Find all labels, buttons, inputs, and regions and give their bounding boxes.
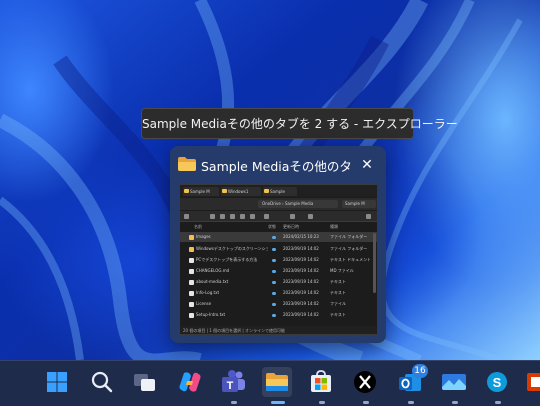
thumbnail-address-bar: OneDrive › Sample Media bbox=[258, 200, 338, 208]
notification-badge: 16 bbox=[412, 364, 428, 378]
search-icon bbox=[91, 371, 113, 393]
thumbnail-tab-bar: Sample M Windows1 Sample bbox=[180, 185, 377, 197]
preview-header[interactable]: Sample Mediaその他のタ... ✕ bbox=[170, 146, 386, 184]
thumbnail-tab: Sample bbox=[263, 187, 297, 196]
copilot-button[interactable] bbox=[175, 367, 205, 397]
thumbnail-tab: Windows1 bbox=[221, 187, 261, 196]
start-button[interactable] bbox=[42, 367, 72, 397]
office-button[interactable] bbox=[524, 367, 540, 397]
copilot-icon bbox=[179, 372, 201, 392]
thumbnail-column-headers: 名前 状態 更新日時 種類 bbox=[194, 224, 338, 229]
photos-icon bbox=[442, 374, 466, 390]
svg-text:S: S bbox=[493, 375, 502, 390]
task-view-button[interactable] bbox=[130, 367, 160, 397]
active-indicator bbox=[271, 401, 285, 404]
running-indicator bbox=[363, 401, 369, 404]
running-indicator bbox=[231, 401, 237, 404]
thumbnail-file-row: CHANGELOG.md 2023/09/19 14:02 MD ファイル bbox=[180, 266, 377, 276]
window-thumbnail[interactable]: Sample M Windows1 Sample ←→↑⟳ OneDrive ›… bbox=[179, 184, 378, 335]
thumbnail-status-bar: 20 個の項目 | 1 個の項目を選択 | オンラインで使用可能 bbox=[180, 326, 377, 334]
thumbnail-scrollbar bbox=[373, 233, 376, 293]
thumbnail-file-row: Info-Log.txt 2023/09/19 14:02 テキスト bbox=[180, 288, 377, 298]
taskbar: T 16 S bbox=[0, 360, 540, 406]
skype-icon: S bbox=[487, 372, 507, 392]
thumbnail-file-row: Windowsデスクトップのスクリーンショット 2023/09/19 14:02… bbox=[180, 244, 377, 254]
folder-icon bbox=[178, 157, 196, 171]
thumbnail-file-row: PCでデスクトップを表示する方法 2023/09/19 14:02 テキスト ドキ… bbox=[180, 255, 377, 265]
thumbnail-file-row: about-media.txt 2023/09/19 14:02 テキスト bbox=[180, 277, 377, 287]
running-indicator bbox=[452, 401, 458, 404]
running-indicator bbox=[319, 401, 325, 404]
window-title-tooltip: Sample Mediaその他のタブを 2 する - エクスプローラー bbox=[141, 108, 458, 139]
thumbnail-file-row: Images 2024/02/15 10:23 ファイル フォルダー bbox=[180, 232, 377, 242]
running-indicator bbox=[408, 401, 414, 404]
microsoft-store-button[interactable] bbox=[306, 367, 336, 404]
thumbnail-toolbar bbox=[180, 211, 377, 222]
photos-button[interactable] bbox=[439, 367, 469, 404]
office-icon bbox=[527, 373, 540, 391]
skype-button[interactable]: S bbox=[482, 367, 512, 404]
folder-icon bbox=[266, 373, 288, 391]
teams-button[interactable]: T bbox=[218, 367, 248, 404]
outlook-button[interactable]: 16 bbox=[395, 364, 428, 404]
thumbnail-tab: Sample M bbox=[183, 187, 219, 196]
svg-text:T: T bbox=[227, 380, 234, 392]
x-logo-icon bbox=[354, 371, 376, 393]
thumbnail-file-row: License 2023/09/19 14:02 ファイル bbox=[180, 299, 377, 309]
thumbnail-search-box: Sample M bbox=[342, 200, 376, 208]
teams-icon: T bbox=[222, 370, 245, 392]
taskbar-window-preview[interactable]: Sample Mediaその他のタ... ✕ Sample M Windows1… bbox=[170, 146, 386, 343]
search-button[interactable] bbox=[87, 367, 117, 397]
close-icon[interactable]: ✕ bbox=[358, 156, 376, 174]
x-button[interactable] bbox=[350, 367, 380, 404]
preview-title: Sample Mediaその他のタ... bbox=[201, 159, 351, 174]
store-icon bbox=[311, 370, 331, 392]
running-indicator bbox=[495, 401, 501, 404]
windows-logo-icon bbox=[47, 372, 67, 392]
thumbnail-file-row: Setup-Intro.txt 2023/09/19 14:02 テキスト bbox=[180, 310, 377, 320]
task-view-icon bbox=[134, 374, 155, 391]
file-explorer-button[interactable] bbox=[262, 367, 292, 404]
